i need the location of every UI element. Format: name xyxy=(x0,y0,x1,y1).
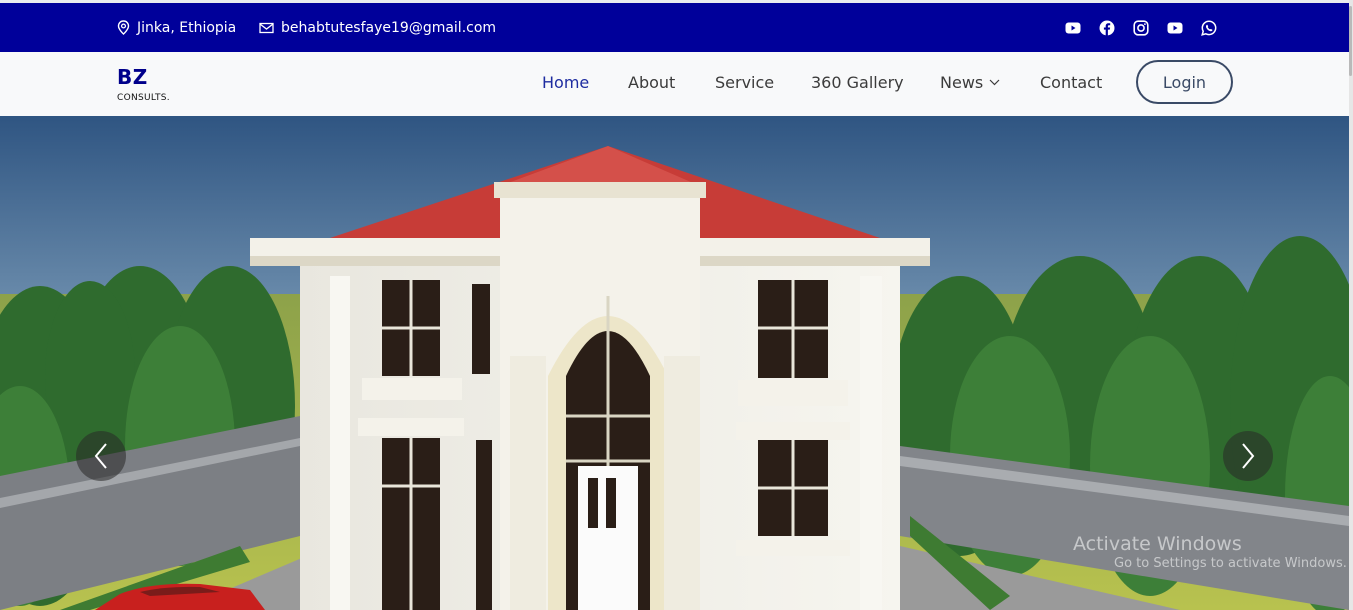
nav-link-news[interactable]: News xyxy=(940,73,1000,92)
scrollbar-thumb[interactable] xyxy=(1349,6,1352,76)
brand-name: BZ xyxy=(117,65,148,89)
envelope-icon xyxy=(259,22,274,33)
main-navbar: BZ CONSULTS. Home About Service 360 Gall… xyxy=(0,52,1349,116)
nav-news-label: News xyxy=(940,73,984,92)
carousel-prev-button[interactable] xyxy=(76,431,126,481)
page-scrollbar[interactable] xyxy=(1349,0,1353,610)
hero-carousel xyxy=(0,116,1349,610)
carousel-next-button[interactable] xyxy=(1223,431,1273,481)
youtube-icon[interactable] xyxy=(1165,18,1184,37)
chevron-down-icon xyxy=(989,79,1000,86)
facebook-icon[interactable] xyxy=(1097,18,1116,37)
youtube-icon[interactable] xyxy=(1063,18,1082,37)
login-button[interactable]: Login xyxy=(1136,60,1233,104)
social-links xyxy=(1063,3,1218,52)
email-text[interactable]: behabtutesfaye19@gmail.com xyxy=(281,20,496,36)
nav-link-360-gallery[interactable]: 360 Gallery xyxy=(811,73,904,92)
instagram-icon[interactable] xyxy=(1131,18,1150,37)
location-contact: Jinka, Ethiopia xyxy=(117,3,236,52)
top-contact-bar: Jinka, Ethiopia behabtutesfaye19@gmail.c… xyxy=(0,3,1349,52)
chevron-left-icon xyxy=(94,443,107,469)
hero-slide-image xyxy=(0,116,1349,610)
whatsapp-icon[interactable] xyxy=(1199,18,1218,37)
location-text: Jinka, Ethiopia xyxy=(137,19,237,36)
nav-link-home[interactable]: Home xyxy=(542,73,589,92)
nav-link-contact[interactable]: Contact xyxy=(1040,73,1102,92)
nav-link-about[interactable]: About xyxy=(628,73,675,92)
brand-logo[interactable]: BZ CONSULTS. xyxy=(117,65,170,103)
map-pin-icon xyxy=(117,20,130,35)
nav-link-service[interactable]: Service xyxy=(715,73,774,92)
chevron-right-icon xyxy=(1242,443,1255,469)
email-contact[interactable]: behabtutesfaye19@gmail.com xyxy=(259,3,496,52)
brand-subtitle: CONSULTS. xyxy=(117,93,170,103)
